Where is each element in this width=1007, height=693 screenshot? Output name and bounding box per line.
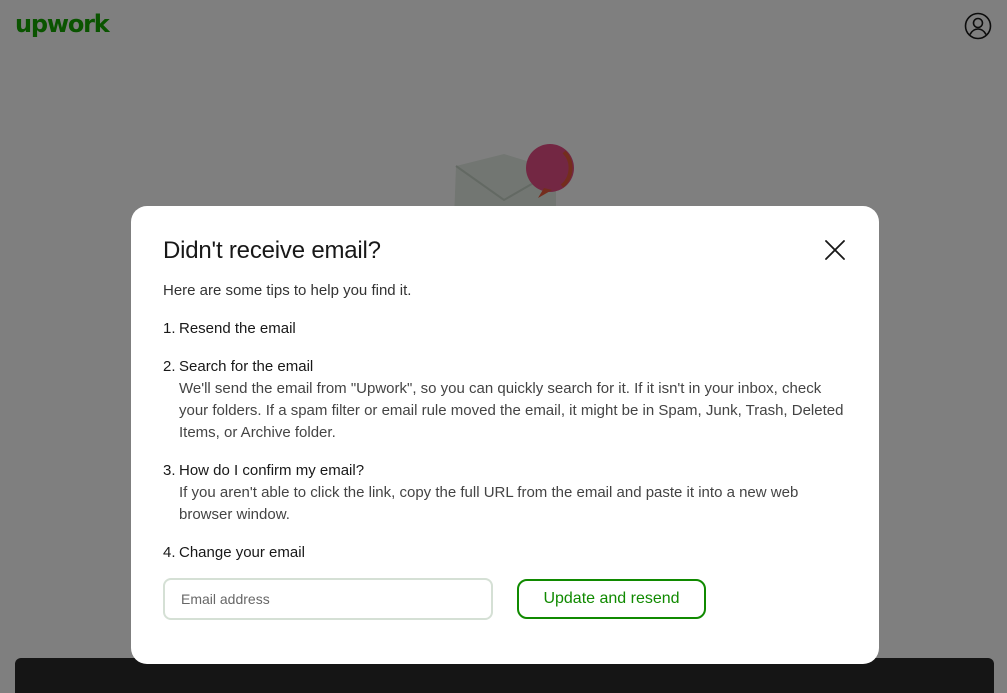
tip-number: 1. — [163, 320, 176, 337]
tip-number: 2. — [163, 358, 176, 375]
tip-description: We'll send the email from "Upwork", so y… — [179, 380, 844, 441]
tip-number: 4. — [163, 544, 176, 561]
tip-description: If you aren't able to click the link, co… — [179, 484, 799, 523]
close-icon[interactable] — [823, 238, 847, 262]
tip-number: 3. — [163, 462, 176, 479]
tip-item-change-email: 4. Change your email — [163, 542, 847, 564]
tips-list: 1. Resend the email 2. Search for the em… — [163, 318, 847, 564]
email-address-input[interactable] — [163, 578, 493, 620]
tip-item-search: 2. Search for the email We'll send the e… — [163, 356, 847, 444]
change-email-form: Update and resend — [163, 578, 706, 620]
update-and-resend-button[interactable]: Update and resend — [517, 579, 706, 619]
tip-item-resend: 1. Resend the email — [163, 318, 847, 340]
tip-title: Change your email — [179, 544, 305, 561]
modal-subtitle: Here are some tips to help you find it. — [163, 282, 412, 299]
tip-item-confirm: 3. How do I confirm my email? If you are… — [163, 460, 847, 526]
tip-title: How do I confirm my email? — [179, 462, 365, 479]
tip-title: Search for the email — [179, 358, 314, 375]
tip-title: Resend the email — [179, 320, 296, 337]
didnt-receive-email-modal: Didn't receive email? Here are some tips… — [131, 206, 879, 664]
modal-title: Didn't receive email? — [163, 237, 381, 264]
